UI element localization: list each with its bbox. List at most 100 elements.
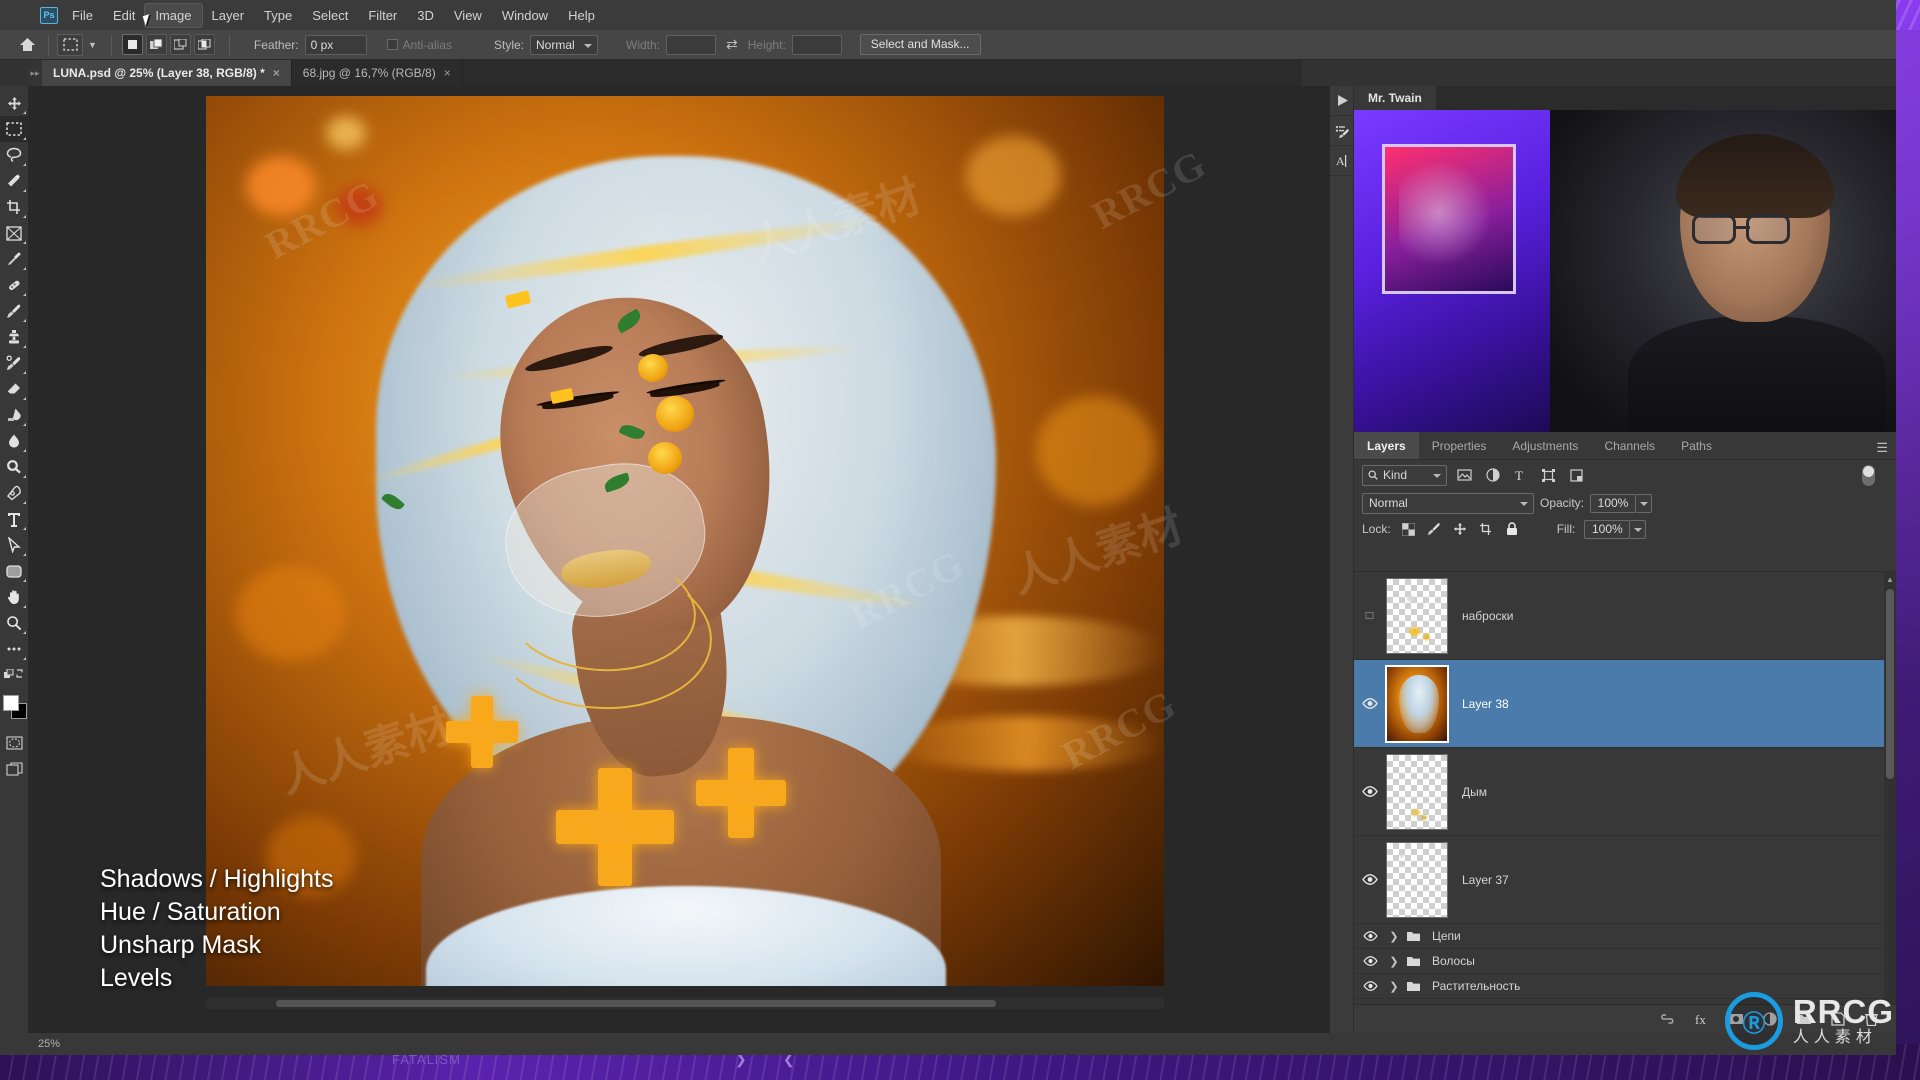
menu-3d[interactable]: 3D	[407, 4, 444, 27]
opacity-input[interactable]: 100%	[1590, 493, 1637, 513]
add-to-selection-button[interactable]	[145, 34, 167, 55]
tab-adjustments[interactable]: Adjustments	[1499, 432, 1591, 459]
canvas-hscrollbar-thumb[interactable]	[276, 1000, 996, 1007]
subtract-from-selection-button[interactable]	[169, 34, 191, 55]
layer-visibility-toggle[interactable]	[1354, 981, 1386, 991]
layer-visibility-toggle[interactable]	[1354, 956, 1386, 966]
filter-smart-object-icon[interactable]	[1566, 465, 1587, 486]
zoom-tool[interactable]	[0, 610, 28, 636]
layers-list[interactable]: наброски Layer 38 Дым Layer 37 ❯ Цепи ❯ …	[1354, 571, 1896, 1004]
menu-window[interactable]: Window	[492, 4, 558, 27]
video-panel-tab[interactable]: Mr. Twain	[1354, 86, 1436, 110]
table-row[interactable]: Layer 38	[1354, 660, 1896, 748]
layer-thumbnail[interactable]	[1386, 753, 1448, 830]
table-row[interactable]: ❯ Волосы	[1354, 949, 1896, 974]
layer-visibility-toggle[interactable]	[1354, 610, 1386, 621]
character-panel-icon[interactable]: A	[1330, 146, 1354, 176]
filter-pixel-icon[interactable]	[1454, 465, 1475, 486]
close-icon[interactable]: ×	[273, 66, 280, 80]
current-tool-icon[interactable]	[57, 33, 83, 56]
eyedropper-tool[interactable]	[0, 246, 28, 272]
chevron-right-icon[interactable]: ❯	[1386, 980, 1402, 993]
fill-input[interactable]: 100%	[1584, 519, 1631, 539]
tab-channels[interactable]: Channels	[1591, 432, 1668, 459]
quick-mask-icon[interactable]	[0, 730, 28, 756]
new-selection-button[interactable]	[121, 34, 143, 55]
menu-file[interactable]: File	[62, 4, 103, 27]
lock-all-icon[interactable]	[1504, 521, 1521, 538]
style-select[interactable]: Normal	[530, 34, 598, 55]
gradient-tool[interactable]	[0, 402, 28, 428]
fill-chevron-down-icon[interactable]	[1630, 519, 1647, 539]
layers-scrollbar-thumb[interactable]	[1886, 589, 1894, 779]
antialias-checkbox[interactable]	[386, 38, 398, 50]
eraser-tool[interactable]	[0, 376, 28, 402]
lasso-tool[interactable]	[0, 142, 28, 168]
menu-help[interactable]: Help	[558, 4, 605, 27]
document-tab-luna[interactable]: LUNA.psd @ 25% (Layer 38, RGB/8) * ×	[42, 60, 292, 86]
foreground-color-swatch[interactable]	[3, 695, 19, 711]
lock-position-icon[interactable]	[1452, 521, 1469, 538]
path-selection-tool[interactable]	[0, 532, 28, 558]
crop-tool[interactable]	[0, 194, 28, 220]
lock-artboard-icon[interactable]	[1478, 521, 1495, 538]
layer-thumbnail[interactable]	[1385, 664, 1449, 743]
table-row[interactable]: наброски	[1354, 572, 1896, 660]
rectangular-marquee-tool[interactable]	[0, 116, 28, 142]
pen-tool[interactable]	[0, 480, 28, 506]
menu-view[interactable]: View	[444, 4, 492, 27]
filter-enable-toggle[interactable]	[1862, 464, 1875, 486]
chevron-right-icon[interactable]: ❯	[1386, 955, 1402, 968]
menu-select[interactable]: Select	[302, 4, 358, 27]
status-zoom[interactable]: 25%	[38, 1038, 60, 1050]
document-tab-68jpg[interactable]: 68.jpg @ 16,7% (RGB/8) ×	[292, 60, 463, 86]
filter-kind-select[interactable]: Kind	[1362, 464, 1447, 486]
table-row[interactable]: Layer 37	[1354, 836, 1896, 924]
layer-thumbnail[interactable]	[1386, 577, 1448, 654]
video-preview-frame[interactable]	[1354, 110, 1896, 432]
layer-style-icon[interactable]: fx	[1693, 1011, 1710, 1028]
width-input[interactable]	[666, 34, 717, 55]
layer-thumbnail[interactable]	[1386, 841, 1448, 918]
filter-shape-icon[interactable]	[1538, 465, 1559, 486]
height-input[interactable]	[791, 34, 842, 55]
frame-tool[interactable]	[0, 220, 28, 246]
layer-visibility-toggle[interactable]	[1354, 874, 1386, 885]
feather-input[interactable]: 0 px	[304, 34, 367, 55]
tab-properties[interactable]: Properties	[1419, 432, 1500, 459]
history-brush-tool[interactable]	[0, 350, 28, 376]
magic-wand-tool[interactable]	[0, 168, 28, 194]
menu-edit[interactable]: Edit	[103, 4, 145, 27]
blur-tool[interactable]	[0, 428, 28, 454]
brush-presets-icon[interactable]	[1330, 116, 1354, 146]
tab-paths[interactable]: Paths	[1668, 432, 1725, 459]
close-icon[interactable]: ×	[444, 66, 451, 80]
layer-visibility-toggle[interactable]	[1354, 698, 1386, 709]
table-row[interactable]: ❯ Цепи	[1354, 924, 1896, 949]
layer-visibility-toggle[interactable]	[1354, 931, 1386, 941]
lock-transparent-pixels-icon[interactable]	[1400, 521, 1417, 538]
tab-layers[interactable]: Layers	[1354, 432, 1419, 459]
select-and-mask-button[interactable]: Select and Mask...	[859, 34, 981, 55]
panel-menu-icon[interactable]: ☰	[1876, 440, 1888, 456]
swap-dimensions-icon[interactable]: ⇄	[726, 36, 738, 53]
menu-type[interactable]: Type	[254, 4, 302, 27]
screen-mode-icon[interactable]	[0, 756, 28, 782]
filter-type-icon[interactable]: T	[1510, 465, 1531, 486]
menu-image[interactable]: Image	[144, 2, 203, 28]
intersect-selection-button[interactable]	[193, 34, 215, 55]
filter-adjustment-icon[interactable]	[1482, 465, 1503, 486]
canvas-horizontal-scrollbar[interactable]	[206, 998, 1164, 1009]
layer-visibility-toggle[interactable]	[1354, 786, 1386, 797]
blend-mode-select[interactable]: Normal	[1362, 492, 1534, 514]
default-colors-icon[interactable]	[0, 662, 28, 688]
chevron-right-icon[interactable]: ❯	[1386, 930, 1402, 943]
dodge-tool[interactable]	[0, 454, 28, 480]
home-icon[interactable]	[14, 34, 40, 56]
link-layers-icon[interactable]	[1659, 1011, 1676, 1028]
scroll-up-icon[interactable]: ▲	[1886, 575, 1894, 584]
move-tool[interactable]	[0, 90, 28, 116]
antialias-checkbox-row[interactable]: Anti-alias	[386, 38, 452, 52]
rectangle-tool[interactable]	[0, 558, 28, 584]
tool-preset-chevron-down-icon[interactable]: ▼	[88, 40, 97, 50]
